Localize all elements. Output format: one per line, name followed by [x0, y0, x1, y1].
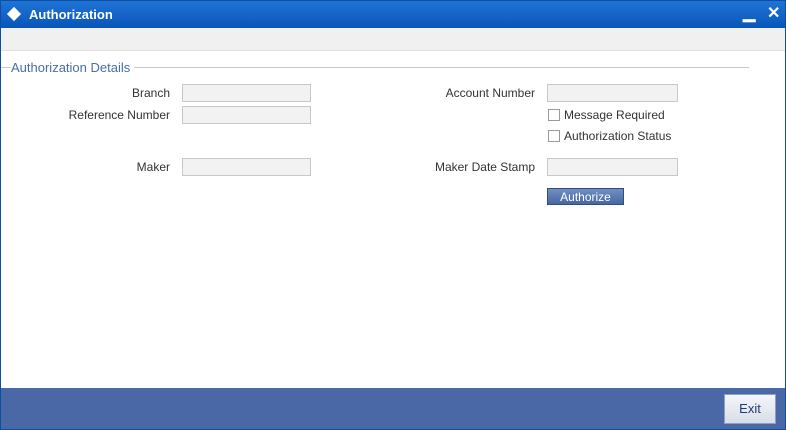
footer-bar	[1, 388, 785, 429]
reference-number-field[interactable]	[182, 106, 311, 124]
branch-label: Branch	[131, 86, 170, 100]
message-required-checkbox[interactable]	[548, 109, 560, 121]
close-button[interactable]: ✕	[767, 4, 780, 24]
maker-date-stamp-label: Maker Date Stamp	[434, 160, 535, 174]
authorization-status-label: Authorization Status	[564, 129, 672, 143]
account-number-label: Account Number	[445, 86, 535, 100]
maker-field[interactable]	[182, 158, 311, 176]
authorization-window: Authorization ▁ ✕ Authorization Details …	[0, 0, 786, 430]
maker-date-stamp-field[interactable]	[547, 158, 678, 176]
toolbar-strip	[1, 28, 785, 51]
maker-label: Maker	[136, 160, 170, 174]
exit-button[interactable]: Exit	[724, 394, 776, 424]
message-required-label: Message Required	[564, 108, 665, 122]
minimize-button[interactable]: ▁	[743, 4, 755, 24]
reference-number-label: Reference Number	[68, 108, 170, 122]
account-number-field[interactable]	[547, 84, 678, 102]
window-title: Authorization	[29, 7, 113, 22]
title-bar: Authorization ▁ ✕	[1, 1, 785, 28]
diamond-icon	[6, 6, 22, 22]
branch-field[interactable]	[182, 84, 311, 102]
authorize-button[interactable]: Authorize	[547, 188, 624, 205]
authorization-status-checkbox[interactable]	[548, 130, 560, 142]
section-title: Authorization Details	[11, 60, 135, 75]
